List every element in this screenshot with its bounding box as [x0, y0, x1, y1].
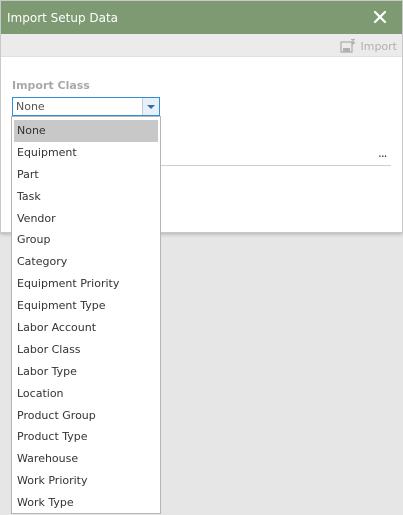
dialog-toolbar: Import	[1, 34, 402, 57]
dropdown-option-work-priority[interactable]: Work Priority	[14, 470, 158, 492]
dropdown-option-product-type[interactable]: Product Type	[14, 426, 158, 448]
import-icon	[340, 39, 356, 53]
dropdown-option-category[interactable]: Category	[14, 251, 158, 273]
import-class-dropdown-button[interactable]	[142, 98, 159, 115]
dropdown-option-task[interactable]: Task	[14, 186, 158, 208]
import-class-value: None	[16, 100, 45, 113]
dropdown-option-group[interactable]: Group	[14, 229, 158, 251]
browse-file-button[interactable]: ...	[378, 146, 388, 160]
import-class-combobox[interactable]: None	[12, 97, 160, 116]
file-path-field[interactable]	[161, 165, 391, 166]
dropdown-option-equipment-type[interactable]: Equipment Type	[14, 295, 158, 317]
dialog-titlebar: Import Setup Data	[1, 1, 402, 34]
dropdown-option-location[interactable]: Location	[14, 383, 158, 405]
dropdown-option-vendor[interactable]: Vendor	[14, 208, 158, 230]
import-button[interactable]: Import	[340, 38, 397, 54]
dropdown-option-labor-type[interactable]: Labor Type	[14, 361, 158, 383]
dropdown-option-part[interactable]: Part	[14, 164, 158, 186]
dropdown-option-labor-account[interactable]: Labor Account	[14, 317, 158, 339]
import-class-dropdown-list[interactable]: None Equipment Part Task Vendor Group Category…	[11, 116, 161, 514]
close-icon[interactable]	[373, 9, 387, 24]
dropdown-option-work-type[interactable]: Work Type	[14, 492, 158, 514]
dropdown-option-product-group[interactable]: Product Group	[14, 405, 158, 427]
dropdown-option-labor-class[interactable]: Labor Class	[14, 339, 158, 361]
dialog-title: Import Setup Data	[7, 11, 119, 25]
dropdown-option-warehouse[interactable]: Warehouse	[14, 448, 158, 470]
chevron-down-icon	[147, 105, 155, 109]
import-button-label: Import	[360, 39, 397, 53]
dropdown-option-equipment-priority[interactable]: Equipment Priority	[14, 273, 158, 295]
dropdown-option-equipment[interactable]: Equipment	[14, 142, 158, 164]
dropdown-options: None Equipment Part Task Vendor Group Category…	[12, 117, 160, 514]
import-class-label: Import Class	[12, 79, 90, 92]
dropdown-option-none[interactable]: None	[14, 120, 158, 142]
